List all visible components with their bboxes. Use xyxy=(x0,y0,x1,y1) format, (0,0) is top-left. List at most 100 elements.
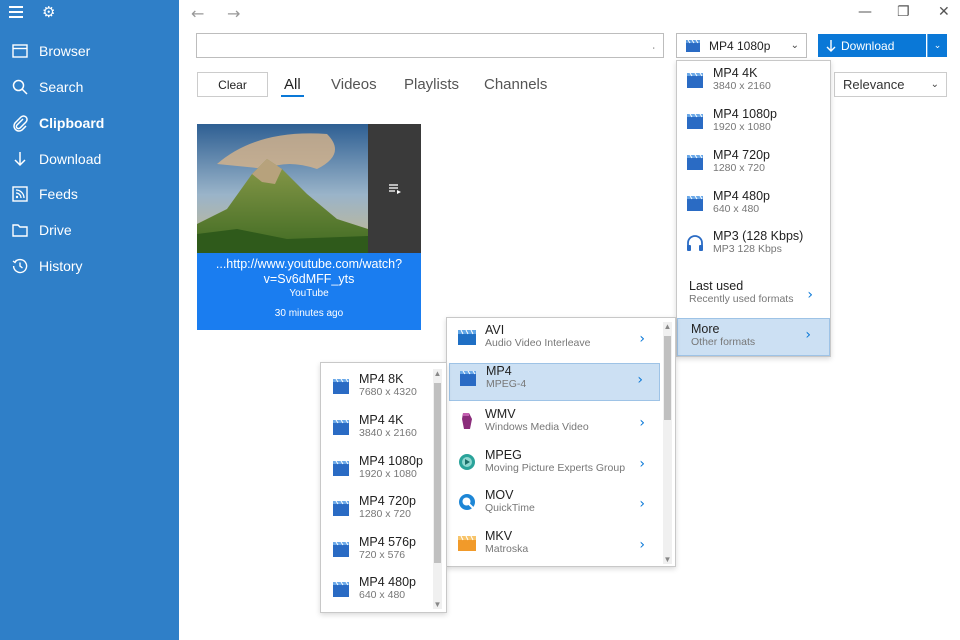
tab-channels[interactable]: Channels xyxy=(484,76,547,93)
item-subtitle: QuickTime xyxy=(485,502,535,514)
sidebar-item-label: History xyxy=(39,258,83,274)
item-subtitle: Audio Video Interleave xyxy=(485,337,591,349)
hamburger-icon[interactable] xyxy=(9,6,23,20)
scroll-thumb[interactable] xyxy=(434,383,441,563)
video-file-icon xyxy=(331,498,351,518)
mp4-item-720p[interactable]: MP4 720p 1280 x 720 xyxy=(331,494,436,530)
clipboard-card[interactable]: ...http://www.youtube.com/watch? v=Sv6dM… xyxy=(197,124,421,330)
container-item-mpeg[interactable]: MPEG Moving Picture Experts Group › xyxy=(457,448,657,486)
mp4-item-8k[interactable]: MP4 8K 7680 x 4320 xyxy=(331,372,436,408)
container-item-mkv[interactable]: MKV Matroska › xyxy=(457,529,657,567)
sidebar-item-label: Drive xyxy=(39,222,72,238)
sidebar-item-label: Search xyxy=(39,79,84,95)
container-menu: AVI Audio Video Interleave › MP4 MPEG-4 › … xyxy=(446,317,676,567)
chevron-right-icon: › xyxy=(637,372,643,388)
sidebar-item-label: Clipboard xyxy=(39,115,105,131)
sort-select[interactable]: Relevance ⌄ xyxy=(834,72,947,97)
video-file-icon xyxy=(685,152,705,172)
tab-all[interactable]: All xyxy=(284,76,301,93)
download-button[interactable]: Download xyxy=(818,34,926,57)
rss-icon xyxy=(11,185,29,203)
item-subtitle: 1920 x 1080 xyxy=(359,468,417,480)
scroll-down-icon[interactable]: ▼ xyxy=(433,600,442,609)
container-item-avi[interactable]: AVI Audio Video Interleave › xyxy=(457,323,657,361)
tab-playlists[interactable]: Playlists xyxy=(404,76,459,93)
format-select-value: MP4 1080p xyxy=(709,38,771,53)
sidebar-item-label: Browser xyxy=(39,43,91,59)
container-item-mov[interactable]: MOV QuickTime › xyxy=(457,488,657,526)
item-subtitle: 720 x 576 xyxy=(359,549,406,561)
mp4-item-480p[interactable]: MP4 480p 640 x 480 xyxy=(331,575,436,611)
mp4-item-576p[interactable]: MP4 576p 720 x 576 xyxy=(331,535,436,571)
scroll-down-icon[interactable]: ▼ xyxy=(663,555,672,564)
format-select[interactable]: MP4 1080p ⌄ xyxy=(676,33,807,58)
clear-button[interactable]: Clear xyxy=(197,72,268,97)
chevron-down-icon: ⌄ xyxy=(930,79,939,90)
history-icon xyxy=(11,257,29,275)
chevron-right-icon: › xyxy=(805,327,811,343)
back-arrow-icon[interactable]: ← xyxy=(191,4,204,23)
input-cursor-icon: ˌ xyxy=(652,38,656,50)
gear-icon[interactable]: ⚙ xyxy=(42,3,55,21)
format-menu: MP4 4K 3840 x 2160 MP4 1080p 1920 x 1080 M… xyxy=(676,60,831,357)
item-title: MP4 1080p xyxy=(359,454,423,468)
card-url-line1: ...http://www.youtube.com/watch? xyxy=(215,257,403,271)
item-title: MP4 4K xyxy=(359,413,404,427)
item-title: MPEG xyxy=(485,448,522,462)
format-item-mp4-4k[interactable]: MP4 4K 3840 x 2160 xyxy=(685,66,825,102)
video-file-icon xyxy=(331,376,351,396)
sidebar-item-drive[interactable]: Drive xyxy=(0,213,179,247)
card-source: YouTube xyxy=(289,288,329,299)
format-item-last-used[interactable]: Last used Recently used formats › xyxy=(681,279,829,315)
sidebar-item-browser[interactable]: Browser xyxy=(0,34,179,68)
headphones-icon xyxy=(685,233,705,253)
format-item-mp3[interactable]: MP3 (128 Kbps) MP3 128 Kbps xyxy=(685,229,825,265)
format-item-more[interactable]: More Other formats › xyxy=(677,318,830,356)
item-title: MP4 xyxy=(486,364,512,378)
item-subtitle: 640 x 480 xyxy=(359,589,406,601)
item-title: MP4 480p xyxy=(359,575,416,589)
format-item-mp4-720p[interactable]: MP4 720p 1280 x 720 xyxy=(685,148,825,184)
container-menu-scrollbar[interactable]: ▲ ▼ xyxy=(663,322,672,564)
item-title: More xyxy=(691,322,720,336)
mp4-item-4k[interactable]: MP4 4K 3840 x 2160 xyxy=(331,413,436,449)
sidebar: ⚙ Browser Search Clipboard Download Feed… xyxy=(0,0,179,640)
video-file-icon xyxy=(331,579,351,599)
sidebar-item-search[interactable]: Search xyxy=(0,70,179,104)
mp4-item-1080p[interactable]: MP4 1080p 1920 x 1080 xyxy=(331,454,436,490)
chevron-right-icon: › xyxy=(639,537,645,553)
item-title: MP4 1080p xyxy=(713,107,777,121)
mp4-menu-scrollbar[interactable]: ▲ ▼ xyxy=(433,369,442,609)
playlist-icon[interactable] xyxy=(368,124,421,253)
scroll-thumb[interactable] xyxy=(664,336,671,420)
item-subtitle: MP3 128 Kbps xyxy=(713,243,782,255)
forward-arrow-icon[interactable]: → xyxy=(227,4,240,23)
scroll-up-icon[interactable]: ▲ xyxy=(433,369,442,378)
chevron-right-icon: › xyxy=(639,331,645,347)
container-item-wmv[interactable]: WMV Windows Media Video › xyxy=(457,407,657,445)
container-item-mp4[interactable]: MP4 MPEG-4 › xyxy=(449,363,660,401)
item-subtitle: 3840 x 2160 xyxy=(359,427,417,439)
paperclip-icon xyxy=(11,114,29,132)
item-title: MP4 480p xyxy=(713,189,770,203)
video-file-icon xyxy=(685,70,705,90)
format-item-mp4-1080p[interactable]: MP4 1080p 1920 x 1080 xyxy=(685,107,825,143)
sidebar-item-feeds[interactable]: Feeds xyxy=(0,177,179,211)
chevron-down-icon: ⌄ xyxy=(933,40,942,50)
scroll-up-icon[interactable]: ▲ xyxy=(663,322,672,331)
video-thumbnail[interactable] xyxy=(197,124,368,253)
chevron-down-icon: ⌄ xyxy=(790,40,799,51)
tab-videos[interactable]: Videos xyxy=(331,76,377,93)
minimize-icon[interactable]: — xyxy=(858,4,872,20)
restore-icon[interactable]: ❐ xyxy=(897,4,910,20)
item-title: Last used xyxy=(689,279,744,293)
sidebar-item-history[interactable]: History xyxy=(0,249,179,283)
sidebar-item-clipboard[interactable]: Clipboard xyxy=(0,106,179,140)
search-icon xyxy=(11,78,29,96)
download-dropdown-button[interactable]: ⌄ xyxy=(927,34,947,57)
close-icon[interactable]: ✕ xyxy=(938,4,950,20)
url-input[interactable] xyxy=(196,33,664,58)
download-button-label: Download xyxy=(841,38,895,53)
sidebar-item-download[interactable]: Download xyxy=(0,142,179,176)
format-item-mp4-480p[interactable]: MP4 480p 640 x 480 xyxy=(685,189,825,225)
